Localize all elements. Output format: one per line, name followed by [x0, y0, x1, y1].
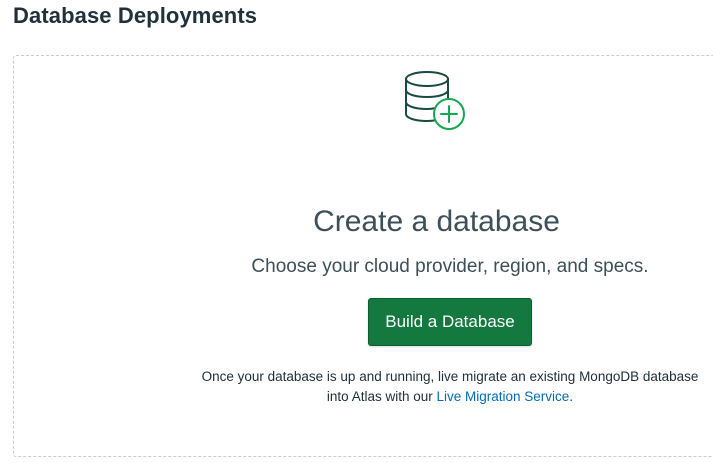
migration-note-line1: Once your database is up and running, li…: [201, 369, 699, 384]
migration-note: Once your database is up and running, li…: [190, 367, 710, 407]
migration-note-prefix: into Atlas with our: [326, 389, 437, 404]
empty-state-headline: Create a database: [313, 205, 560, 238]
live-migration-service-link[interactable]: Live Migration Service: [436, 389, 569, 404]
empty-state-subtitle: Choose your cloud provider, region, and …: [251, 256, 649, 277]
database-deployments-page: Database Deployments Create a database C…: [0, 0, 713, 463]
database-plus-icon: [405, 71, 465, 130]
page-title: Database Deployments: [13, 3, 258, 28]
build-database-button[interactable]: Build a Database: [368, 298, 532, 346]
migration-note-suffix: .: [569, 389, 574, 404]
